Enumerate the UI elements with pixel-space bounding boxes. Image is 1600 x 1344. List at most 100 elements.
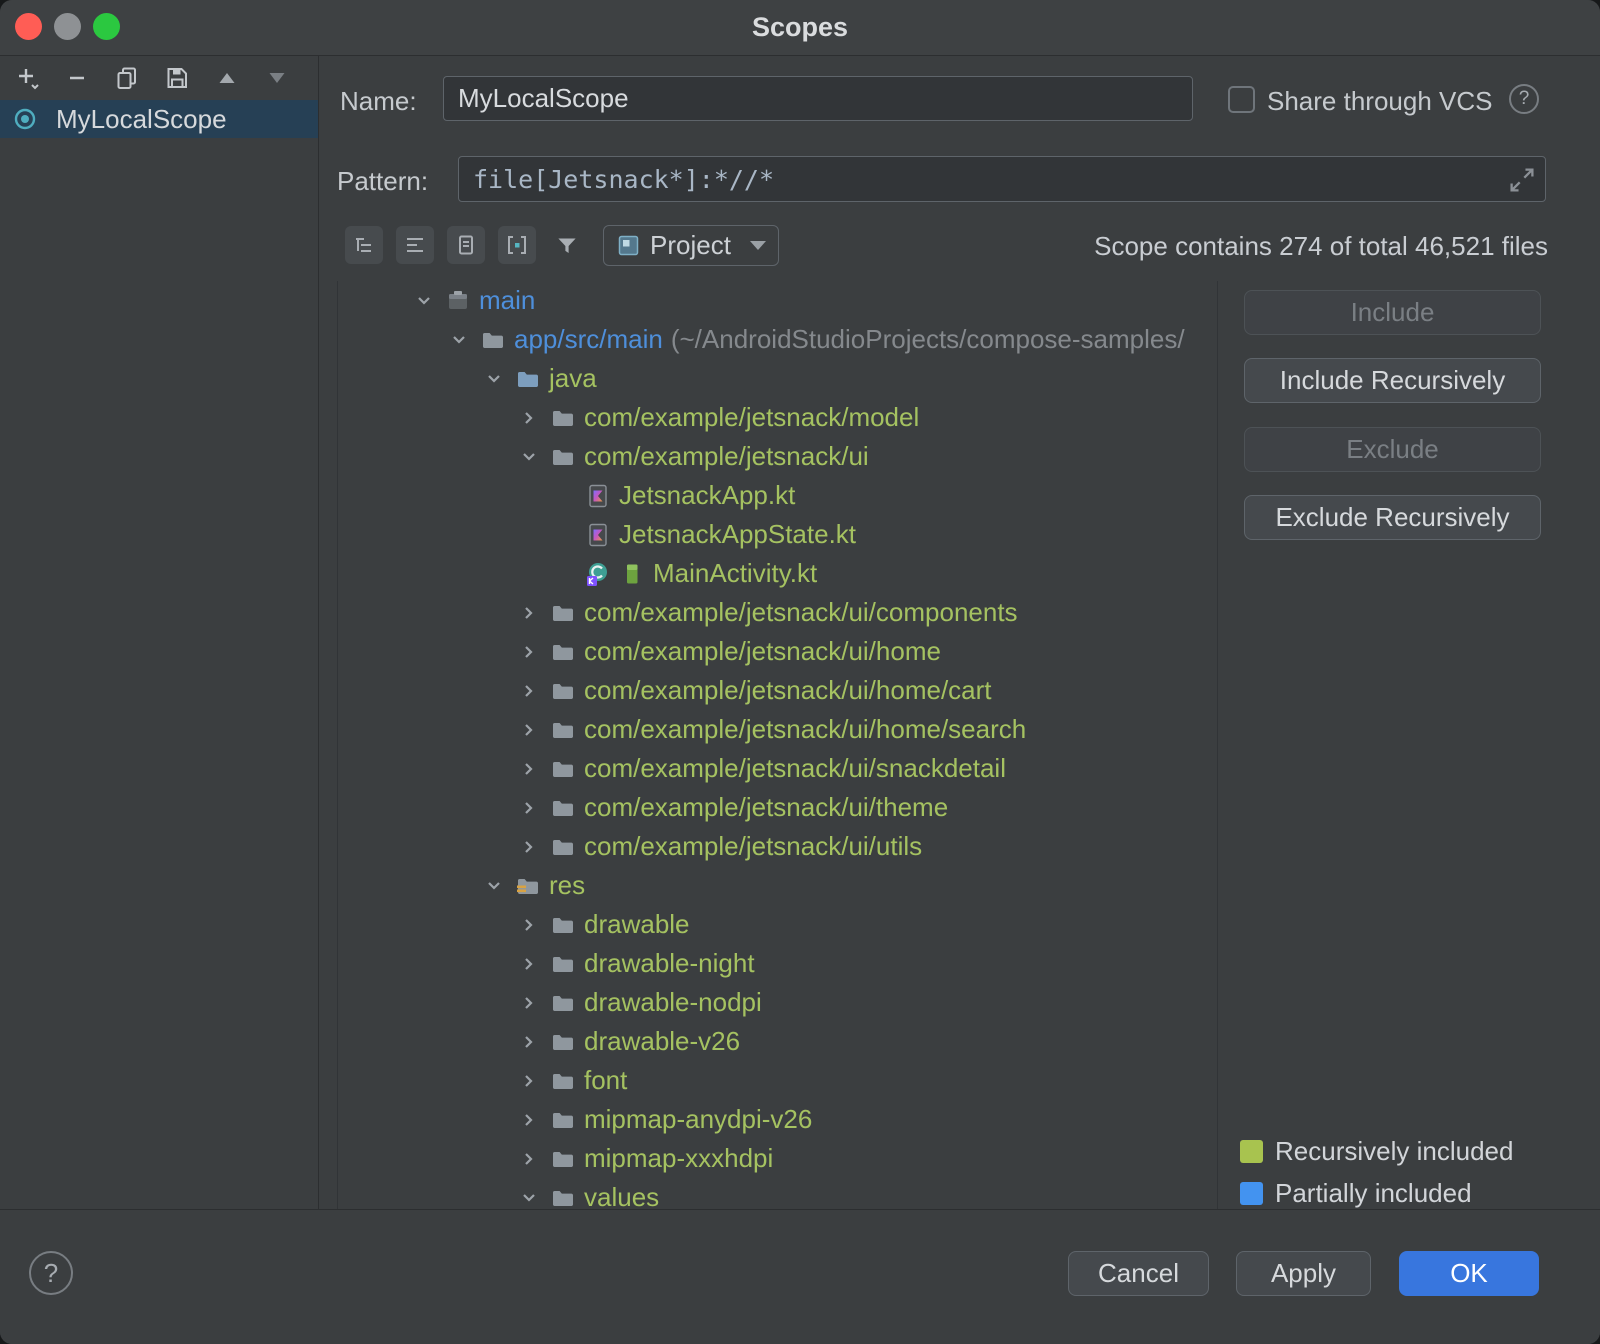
tree-item-label: main xyxy=(479,285,535,316)
tree-row[interactable]: drawable-night xyxy=(338,944,1217,983)
recursively-included-swatch xyxy=(1240,1140,1263,1163)
tree-row[interactable]: com/example/jetsnack/ui/home xyxy=(338,632,1217,671)
folder-icon xyxy=(550,678,576,704)
tree-item-label: com/example/jetsnack/ui/utils xyxy=(584,831,922,862)
tree-row[interactable]: JetsnackAppState.kt xyxy=(338,515,1217,554)
tree-item-path: (~/AndroidStudioProjects/compose-samples… xyxy=(671,324,1185,355)
kotlin-icon xyxy=(585,522,611,548)
share-vcs-checkbox[interactable] xyxy=(1228,86,1255,113)
tree-row[interactable]: font xyxy=(338,1061,1217,1100)
tree-item-label: MainActivity.kt xyxy=(653,558,817,589)
show-scopes-icon[interactable] xyxy=(498,226,536,264)
tree-row[interactable]: mipmap-xxxhdpi xyxy=(338,1139,1217,1178)
tree-row[interactable]: com/example/jetsnack/ui/utils xyxy=(338,827,1217,866)
expand-pattern-icon[interactable] xyxy=(1507,165,1537,195)
chevron-expanded-icon[interactable] xyxy=(516,1185,542,1211)
add-scope-icon[interactable] xyxy=(13,64,41,92)
folder-icon xyxy=(550,600,576,626)
include-button[interactable]: Include xyxy=(1244,290,1541,335)
folder-icon xyxy=(550,1146,576,1172)
tree-row[interactable]: res xyxy=(338,866,1217,905)
greenfile-icon xyxy=(619,561,645,587)
chevron-collapsed-icon[interactable] xyxy=(516,990,542,1016)
chevron-expanded-icon[interactable] xyxy=(481,366,507,392)
chevron-expanded-icon[interactable] xyxy=(516,444,542,470)
help-icon[interactable]: ? xyxy=(29,1251,73,1295)
chevron-collapsed-icon[interactable] xyxy=(516,717,542,743)
tree-row[interactable]: mipmap-anydpi-v26 xyxy=(338,1100,1217,1139)
chevron-expanded-icon[interactable] xyxy=(481,873,507,899)
tree-row[interactable]: app/src/main(~/AndroidStudioProjects/com… xyxy=(338,320,1217,359)
remove-scope-icon[interactable] xyxy=(63,64,91,92)
folder-icon xyxy=(550,912,576,938)
exclude-recursively-button[interactable]: Exclude Recursively xyxy=(1244,495,1541,540)
folder-icon xyxy=(550,1068,576,1094)
ok-button[interactable]: OK xyxy=(1399,1251,1539,1296)
vcs-help-icon[interactable]: ? xyxy=(1509,84,1539,114)
chevron-expanded-icon[interactable] xyxy=(411,288,437,314)
tree-item-label: com/example/jetsnack/ui/home/cart xyxy=(584,675,992,706)
tree-row[interactable]: com/example/jetsnack/ui/snackdetail xyxy=(338,749,1217,788)
chevron-collapsed-icon[interactable] xyxy=(516,1107,542,1133)
chevron-collapsed-icon[interactable] xyxy=(516,1146,542,1172)
folder-icon xyxy=(480,327,506,353)
tree-row[interactable]: com/example/jetsnack/ui xyxy=(338,437,1217,476)
move-down-icon[interactable] xyxy=(263,64,291,92)
chevron-collapsed-icon[interactable] xyxy=(516,912,542,938)
chevron-spacer xyxy=(551,483,577,509)
scope-list-item[interactable]: MyLocalScope xyxy=(0,100,318,138)
titlebar: Scopes xyxy=(0,0,1600,56)
tree-row[interactable]: MainActivity.kt xyxy=(338,554,1217,593)
chevron-collapsed-icon[interactable] xyxy=(516,795,542,821)
tree-item-label: JetsnackAppState.kt xyxy=(619,519,856,550)
tree-row[interactable]: com/example/jetsnack/ui/theme xyxy=(338,788,1217,827)
group-by-packages-icon[interactable] xyxy=(345,226,383,264)
chevron-collapsed-icon[interactable] xyxy=(516,834,542,860)
view-selector-dropdown[interactable]: Project xyxy=(603,225,779,266)
chevron-collapsed-icon[interactable] xyxy=(516,1029,542,1055)
pattern-input[interactable] xyxy=(473,165,1497,194)
scope-tree[interactable]: main app/src/main(~/AndroidStudioProjects… xyxy=(337,281,1218,1210)
tree-row[interactable]: drawable-v26 xyxy=(338,1022,1217,1061)
chevron-collapsed-icon[interactable] xyxy=(516,600,542,626)
tree-row[interactable]: main xyxy=(338,281,1217,320)
tree-row[interactable]: com/example/jetsnack/model xyxy=(338,398,1217,437)
tree-row[interactable]: JetsnackApp.kt xyxy=(338,476,1217,515)
show-files-icon[interactable] xyxy=(447,226,485,264)
tree-row[interactable]: drawable xyxy=(338,905,1217,944)
tree-row[interactable]: values xyxy=(338,1178,1217,1210)
chevron-collapsed-icon[interactable] xyxy=(516,756,542,782)
name-field xyxy=(443,76,1193,121)
view-selector-label: Project xyxy=(650,230,731,261)
exclude-button[interactable]: Exclude xyxy=(1244,427,1541,472)
tree-item-label: com/example/jetsnack/ui xyxy=(584,441,869,472)
cancel-button[interactable]: Cancel xyxy=(1068,1251,1209,1296)
legend-label: Recursively included xyxy=(1275,1136,1513,1167)
tree-row[interactable]: com/example/jetsnack/ui/components xyxy=(338,593,1217,632)
tree-item-label: font xyxy=(584,1065,627,1096)
dialog-footer: ? Cancel Apply OK xyxy=(0,1209,1600,1344)
flatten-packages-icon[interactable] xyxy=(396,226,434,264)
name-input[interactable] xyxy=(458,83,1178,114)
copy-scope-icon[interactable] xyxy=(113,64,141,92)
folder-icon xyxy=(550,444,576,470)
tree-row[interactable]: drawable-nodpi xyxy=(338,983,1217,1022)
filter-icon[interactable] xyxy=(549,228,585,264)
legend-recursively-included: Recursively included xyxy=(1240,1136,1513,1167)
scope-list-panel: MyLocalScope xyxy=(0,56,319,1210)
project-view-icon xyxy=(616,233,641,258)
tree-row[interactable]: com/example/jetsnack/ui/home/search xyxy=(338,710,1217,749)
chevron-expanded-icon[interactable] xyxy=(446,327,472,353)
chevron-collapsed-icon[interactable] xyxy=(516,678,542,704)
apply-button[interactable]: Apply xyxy=(1236,1251,1371,1296)
chevron-collapsed-icon[interactable] xyxy=(516,405,542,431)
tree-row[interactable]: java xyxy=(338,359,1217,398)
save-scope-icon[interactable] xyxy=(163,64,191,92)
include-recursively-button[interactable]: Include Recursively xyxy=(1244,358,1541,403)
chevron-collapsed-icon[interactable] xyxy=(516,951,542,977)
tree-item-label: com/example/jetsnack/ui/home/search xyxy=(584,714,1026,745)
chevron-collapsed-icon[interactable] xyxy=(516,1068,542,1094)
move-up-icon[interactable] xyxy=(213,64,241,92)
chevron-collapsed-icon[interactable] xyxy=(516,639,542,665)
tree-row[interactable]: com/example/jetsnack/ui/home/cart xyxy=(338,671,1217,710)
